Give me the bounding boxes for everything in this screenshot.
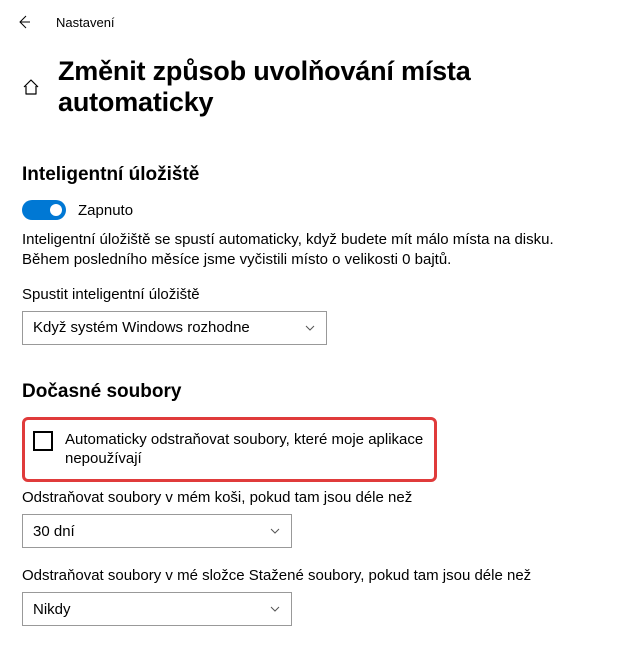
storage-sense-toggle-row: Zapnuto <box>22 200 604 220</box>
chevron-down-icon <box>269 603 281 615</box>
downloads-label: Odstraňovat soubory v mé složce Stažené … <box>22 566 562 586</box>
section-title-temp-files: Dočasné soubory <box>22 381 604 403</box>
select-value: Když systém Windows rozhodne <box>33 319 250 336</box>
run-storage-sense-label: Spustit inteligentní úložiště <box>22 285 562 305</box>
chevron-down-icon <box>269 525 281 537</box>
section-title-storage-sense: Inteligentní úložiště <box>22 164 604 186</box>
home-icon[interactable] <box>22 78 40 96</box>
run-storage-sense-select[interactable]: Když systém Windows rozhodne <box>22 311 327 345</box>
toggle-knob <box>50 204 62 216</box>
titlebar: Nastavení <box>0 0 626 38</box>
auto-delete-checkbox[interactable] <box>33 431 53 451</box>
downloads-select[interactable]: Nikdy <box>22 592 292 626</box>
toggle-state-label: Zapnuto <box>78 202 133 219</box>
recycle-bin-select[interactable]: 30 dní <box>22 514 292 548</box>
page-title: Změnit způsob uvolňování místa automatic… <box>58 56 604 118</box>
auto-delete-highlight: Automaticky odstraňovat soubory, které m… <box>22 417 437 482</box>
back-arrow-icon[interactable] <box>16 14 32 30</box>
app-title: Nastavení <box>56 15 115 30</box>
select-value: 30 dní <box>33 523 75 540</box>
select-value: Nikdy <box>33 601 71 618</box>
page-header: Změnit způsob uvolňování místa automatic… <box>0 38 626 128</box>
auto-delete-label: Automaticky odstraňovat soubory, které m… <box>65 430 424 469</box>
storage-sense-description: Inteligentní úložiště se spustí automati… <box>22 230 562 271</box>
storage-sense-toggle[interactable] <box>22 200 66 220</box>
content-area: Inteligentní úložiště Zapnuto Inteligent… <box>0 164 626 626</box>
recycle-bin-label: Odstraňovat soubory v mém koši, pokud ta… <box>22 488 562 508</box>
chevron-down-icon <box>304 322 316 334</box>
